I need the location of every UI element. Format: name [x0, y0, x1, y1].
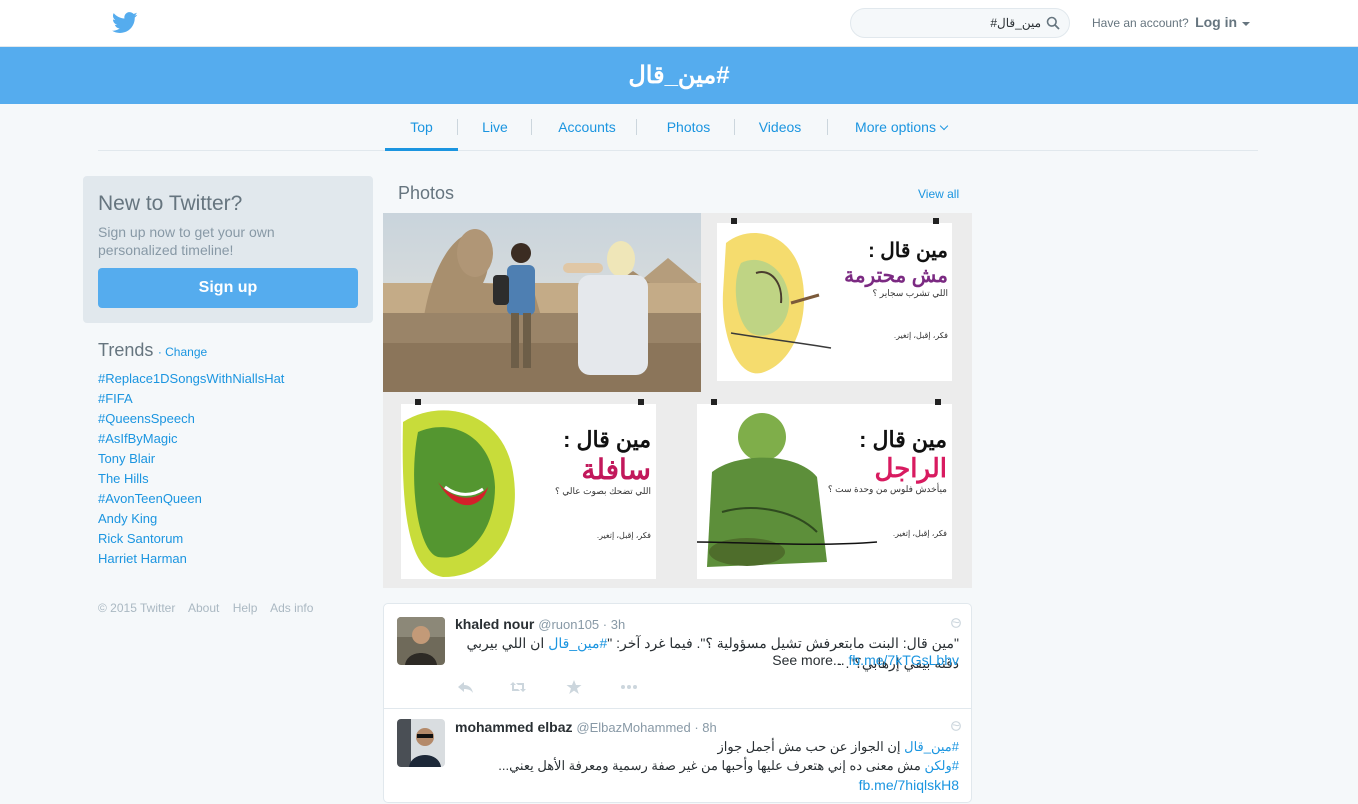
hashtag-link[interactable]: #مين_قال [904, 739, 959, 754]
tweet-text-line3: fb.me/7hiqlskH8 [455, 775, 959, 795]
trend-item[interactable]: Andy King [98, 509, 368, 529]
poster-footer: فكر، إقبل، إتغير. [596, 531, 651, 540]
poster-text-block: مين قال : مش محترمة اللي تشرب سجاير ؟ فك… [836, 238, 948, 340]
poster-heading: مين قال : [859, 427, 947, 452]
trend-item[interactable]: #QueensSpeech [98, 409, 368, 429]
tab-more-options[interactable]: More options [846, 104, 956, 150]
poster-word: مش محترمة [844, 265, 948, 287]
tab-accounts[interactable]: Accounts [548, 104, 626, 150]
poster-footer: فكر، إقبل، إتغير. [893, 331, 948, 340]
trend-item[interactable]: #FIFA [98, 389, 368, 409]
footer-about-link[interactable]: About [188, 601, 219, 615]
trends-title: Trends [98, 340, 154, 360]
avatar[interactable] [397, 617, 445, 665]
account-prompt: Have an account? [1092, 16, 1189, 30]
search-banner: #مين_قال [0, 47, 1358, 104]
photo-poster-man[interactable]: مين قال : الراجل ميأخدش فلوس من وحدة ست … [677, 392, 972, 588]
tweet-item[interactable]: khaled nour @ruon105 · 3h "مين قال: البن… [384, 604, 971, 708]
photo-sphinx[interactable] [383, 213, 701, 392]
poster-word: الراجل [874, 453, 947, 483]
poster-heading: مين قال : [868, 240, 948, 262]
tab-top[interactable]: Top [385, 104, 458, 151]
tweet-text-line2: #ولكن مش معنى ده إني هتعرف عليها وأحبها … [455, 756, 959, 775]
nav-divider [457, 119, 458, 135]
footer-help-link[interactable]: Help [233, 601, 258, 615]
footer: © 2015 Twitter About Help Ads info [98, 601, 323, 615]
poster-footer: فكر، إقبل، إتغير. [892, 529, 947, 538]
tweet-item[interactable]: mohammed elbaz @ElbazMohammed · 8h #مين_… [384, 709, 971, 804]
trend-item[interactable]: Rick Santorum [98, 529, 368, 549]
author-name: khaled nour [455, 616, 535, 632]
trend-item[interactable]: #AvonTeenQueen [98, 489, 368, 509]
retweet-icon[interactable] [509, 679, 527, 695]
hashtag-link[interactable]: #مين_قال [548, 635, 607, 651]
author-name: mohammed elbaz [455, 719, 573, 735]
photo-poster-smoking[interactable]: مين قال : مش محترمة اللي تشرب سجاير ؟ فك… [701, 213, 972, 392]
trend-item[interactable]: Harriet Harman [98, 549, 368, 569]
trends-change-link[interactable]: · Change [158, 345, 207, 359]
reply-icon[interactable] [457, 679, 475, 695]
tweet-stream: khaled nour @ruon105 · 3h "مين قال: البن… [383, 603, 972, 803]
signup-title: New to Twitter? [98, 192, 243, 215]
trend-item[interactable]: #AsIfByMagic [98, 429, 368, 449]
nav-divider [734, 119, 735, 135]
login-link[interactable]: Log in [1195, 14, 1237, 30]
globe-icon [951, 618, 961, 628]
poster-word: سافلة [581, 454, 651, 485]
poster-subtext: اللي تشرب سجاير ؟ [872, 288, 948, 298]
author-handle: @ruon105 · 3h [538, 617, 626, 632]
tweet-text-part: مش معنى ده إني هتعرف عليها وأحبها من غير… [498, 758, 925, 773]
tab-videos[interactable]: Videos [750, 104, 810, 150]
search-nav: Top Live Accounts Photos Videos More opt… [98, 104, 1258, 151]
top-bar: #مين_قال Have an account? Log in [0, 0, 1358, 47]
trend-item[interactable]: Tony Blair [98, 449, 368, 469]
tweet-text-part: "مين قال: البنت مابتعرفش تشيل مسؤولية ؟"… [607, 635, 959, 651]
see-more-text: See more... [772, 652, 849, 668]
photo-poster-laughing[interactable]: مين قال : سافلة اللي تضحك بصوت عالي ؟ فك… [383, 392, 677, 588]
poster-subtext: اللي تضحك بصوت عالي ؟ [555, 486, 651, 496]
chevron-down-icon [939, 121, 949, 131]
trend-item[interactable]: The Hills [98, 469, 368, 489]
trends-list: #Replace1DSongsWithNiallsHat #FIFA #Quee… [98, 369, 368, 569]
photos-heading: Photos [398, 183, 455, 203]
nav-divider [531, 119, 532, 135]
tweet-text-line2: See more... fb.me/7kTGsLbhv [455, 650, 959, 670]
avatar[interactable] [397, 719, 445, 767]
author-handle: @ElbazMohammed · 8h [576, 720, 717, 735]
footer-ads-link[interactable]: Ads info [270, 601, 313, 615]
tab-photos[interactable]: Photos [657, 104, 720, 150]
more-options-label: More options [855, 119, 936, 135]
poster-text-block: مين قال : الراجل ميأخدش فلوس من وحدة ست … [825, 427, 947, 538]
tweet-text: #مين_قال إن الجواز عن حب مش أجمل جواز [455, 737, 959, 756]
twitter-bird-icon[interactable] [112, 11, 138, 35]
signup-subtitle: Sign up now to get your own personalized… [98, 224, 275, 258]
signup-module: New to Twitter? Sign up now to get your … [83, 176, 373, 323]
view-all-link[interactable]: View all [918, 187, 959, 201]
tweet-author[interactable]: mohammed elbaz @ElbazMohammed · 8h [455, 719, 717, 735]
page-title: #مين_قال [628, 62, 730, 89]
caret-down-icon[interactable] [1242, 21, 1251, 26]
trends-module: Trends · Change #Replace1DSongsWithNiall… [98, 340, 368, 569]
poster-text-block: مين قال : سافلة اللي تضحك بصوت عالي ؟ فك… [533, 427, 651, 540]
search-query: #مين_قال [990, 16, 1041, 30]
nav-divider [827, 119, 828, 135]
hashtag-link[interactable]: #ولكن [924, 758, 959, 773]
poster-heading: مين قال : [563, 427, 651, 452]
url-link[interactable]: fb.me/7kTGsLbhv [849, 652, 960, 668]
search-icon[interactable] [1046, 16, 1060, 30]
tweet-text-part: إن الجواز عن حب مش أجمل جواز [717, 739, 905, 754]
poster-subtext: ميأخدش فلوس من وحدة ست ؟ [827, 484, 947, 494]
footer-copyright: © 2015 Twitter [98, 601, 176, 615]
signup-button[interactable]: Sign up [98, 268, 358, 308]
more-dots-icon[interactable] [620, 679, 638, 695]
globe-icon [951, 721, 961, 731]
tab-live[interactable]: Live [470, 104, 520, 150]
url-link[interactable]: fb.me/7hiqlskH8 [859, 777, 959, 793]
trend-item[interactable]: #Replace1DSongsWithNiallsHat [98, 369, 368, 389]
account-area: Have an account? Log in [1092, 14, 1251, 30]
search-input[interactable]: #مين_قال [850, 8, 1070, 38]
nav-divider [636, 119, 637, 135]
tweet-author[interactable]: khaled nour @ruon105 · 3h [455, 616, 625, 632]
favorite-star-icon[interactable] [565, 679, 583, 695]
